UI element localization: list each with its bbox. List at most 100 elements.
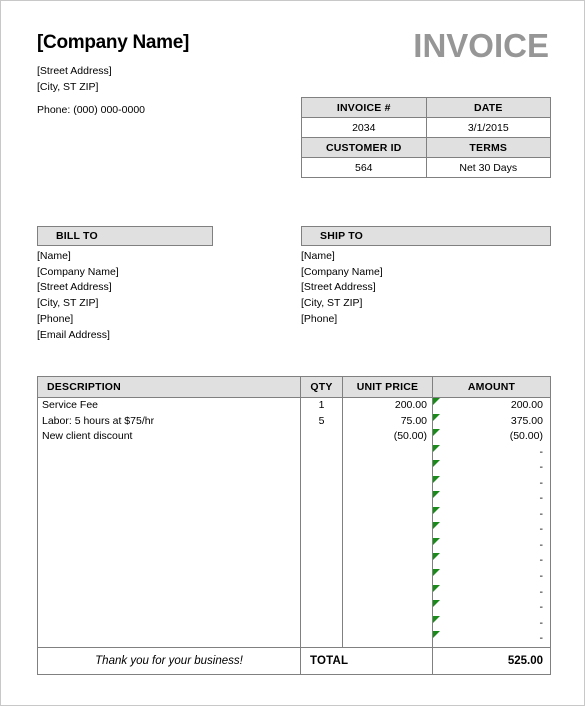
page-title: INVOICE — [413, 27, 549, 64]
cell-amount[interactable]: - — [433, 491, 550, 507]
cell-unit-price[interactable] — [343, 537, 433, 554]
cell-unit-price[interactable]: 200.00 — [343, 398, 433, 414]
cell-amount[interactable]: - — [433, 537, 550, 554]
green-triangle-error-icon — [433, 398, 440, 405]
cell-amount[interactable]: (50.00) — [433, 429, 550, 445]
cell-qty[interactable] — [301, 584, 343, 601]
cell-qty[interactable] — [301, 491, 343, 507]
cell-qty[interactable] — [301, 600, 343, 616]
cell-qty[interactable]: 1 — [301, 398, 343, 414]
cell-description[interactable] — [38, 569, 301, 585]
cell-unit-price[interactable] — [343, 475, 433, 492]
table-row[interactable]: - — [38, 506, 550, 523]
cell-description[interactable] — [38, 460, 301, 476]
cell-amount[interactable]: - — [433, 600, 550, 616]
address-line: [Name] — [37, 250, 71, 262]
cell-unit-price[interactable] — [343, 444, 433, 461]
cell-description[interactable] — [38, 506, 301, 523]
cell-qty[interactable] — [301, 631, 343, 647]
table-row[interactable]: - — [38, 584, 550, 601]
table-row: INVOICE # DATE — [301, 97, 551, 118]
cell-unit-price[interactable] — [343, 460, 433, 476]
invoice-number-value: 2034 — [301, 117, 427, 138]
company-info-block: [Company Name] [Street Address] [City, S… — [37, 31, 297, 119]
table-row[interactable]: - — [38, 600, 550, 616]
cell-qty[interactable] — [301, 506, 343, 523]
cell-description[interactable] — [38, 615, 301, 632]
cell-description[interactable] — [38, 631, 301, 647]
cell-unit-price[interactable] — [343, 631, 433, 647]
table-row[interactable]: - — [38, 491, 550, 507]
table-row[interactable]: Labor: 5 hours at $75/hr 5 75.00 375.00 — [38, 413, 550, 430]
cell-qty[interactable] — [301, 475, 343, 492]
table-row[interactable]: - — [38, 460, 550, 476]
table-row[interactable]: - — [38, 444, 550, 461]
line-items-header-row: DESCRIPTION QTY UNIT PRICE AMOUNT — [38, 377, 550, 398]
cell-description[interactable] — [38, 491, 301, 507]
green-triangle-error-icon — [433, 584, 440, 592]
table-row[interactable]: New client discount (50.00) (50.00) — [38, 429, 550, 445]
cell-description[interactable] — [38, 584, 301, 601]
table-row[interactable]: - — [38, 475, 550, 492]
cell-qty[interactable]: 5 — [301, 413, 343, 430]
cell-description[interactable] — [38, 475, 301, 492]
cell-amount[interactable]: - — [433, 475, 550, 492]
table-row[interactable]: - — [38, 569, 550, 585]
cell-unit-price[interactable] — [343, 553, 433, 570]
table-row[interactable]: - — [38, 537, 550, 554]
table-row[interactable]: - — [38, 631, 550, 647]
green-triangle-error-icon — [433, 600, 440, 608]
cell-unit-price[interactable] — [343, 600, 433, 616]
address-line: [Company Name] — [37, 265, 119, 278]
cell-amount[interactable]: - — [433, 506, 550, 523]
cell-qty[interactable] — [301, 537, 343, 554]
cell-amount[interactable]: - — [433, 631, 550, 647]
table-row[interactable]: Service Fee 1 200.00 200.00 — [38, 398, 550, 414]
cell-amount[interactable]: - — [433, 522, 550, 538]
cell-unit-price[interactable] — [343, 615, 433, 632]
green-triangle-error-icon — [433, 413, 440, 421]
cell-description[interactable]: Labor: 5 hours at $75/hr — [38, 413, 301, 430]
cell-unit-price[interactable]: 75.00 — [343, 413, 433, 430]
cell-description[interactable] — [38, 600, 301, 616]
cell-qty[interactable] — [301, 444, 343, 461]
cell-description[interactable] — [38, 553, 301, 570]
cell-amount[interactable]: - — [433, 584, 550, 601]
cell-description[interactable]: Service Fee — [38, 398, 301, 414]
column-header-description: DESCRIPTION — [38, 377, 301, 397]
cell-qty[interactable] — [301, 429, 343, 445]
cell-unit-price[interactable]: (50.00) — [343, 429, 433, 445]
cell-description[interactable]: New client discount — [38, 429, 301, 445]
cell-amount[interactable]: 375.00 — [433, 413, 550, 430]
green-triangle-error-icon — [433, 444, 440, 452]
table-row: CUSTOMER ID TERMS — [301, 137, 551, 158]
cell-qty[interactable] — [301, 460, 343, 476]
green-triangle-error-icon — [433, 491, 440, 499]
table-row[interactable]: - — [38, 522, 550, 538]
cell-amount[interactable]: - — [433, 444, 550, 461]
cell-amount[interactable]: - — [433, 460, 550, 476]
cell-description[interactable] — [38, 522, 301, 538]
cell-unit-price[interactable] — [343, 522, 433, 538]
cell-description[interactable] — [38, 537, 301, 554]
cell-unit-price[interactable] — [343, 506, 433, 523]
cell-amount[interactable]: - — [433, 569, 550, 585]
cell-amount[interactable]: 200.00 — [433, 398, 550, 414]
invoice-date-label: DATE — [425, 97, 551, 118]
ship-to-block: SHIP TO [Name] [Company Name] [Street Addr… — [301, 226, 551, 328]
cell-unit-price[interactable] — [343, 584, 433, 601]
green-triangle-error-icon — [433, 506, 440, 514]
bill-to-lines: [Name] [Company Name] [Street Address] [Cit… — [37, 249, 287, 343]
cell-amount[interactable]: - — [433, 615, 550, 632]
cell-qty[interactable] — [301, 522, 343, 538]
cell-amount[interactable]: - — [433, 553, 550, 569]
cell-unit-price[interactable] — [343, 491, 433, 507]
table-row[interactable]: - — [38, 553, 550, 570]
customer-id-label: CUSTOMER ID — [301, 137, 427, 158]
cell-qty[interactable] — [301, 615, 343, 632]
table-row[interactable]: - — [38, 615, 550, 632]
cell-description[interactable] — [38, 444, 301, 461]
cell-qty[interactable] — [301, 553, 343, 570]
cell-qty[interactable] — [301, 569, 343, 585]
cell-unit-price[interactable] — [343, 569, 433, 585]
